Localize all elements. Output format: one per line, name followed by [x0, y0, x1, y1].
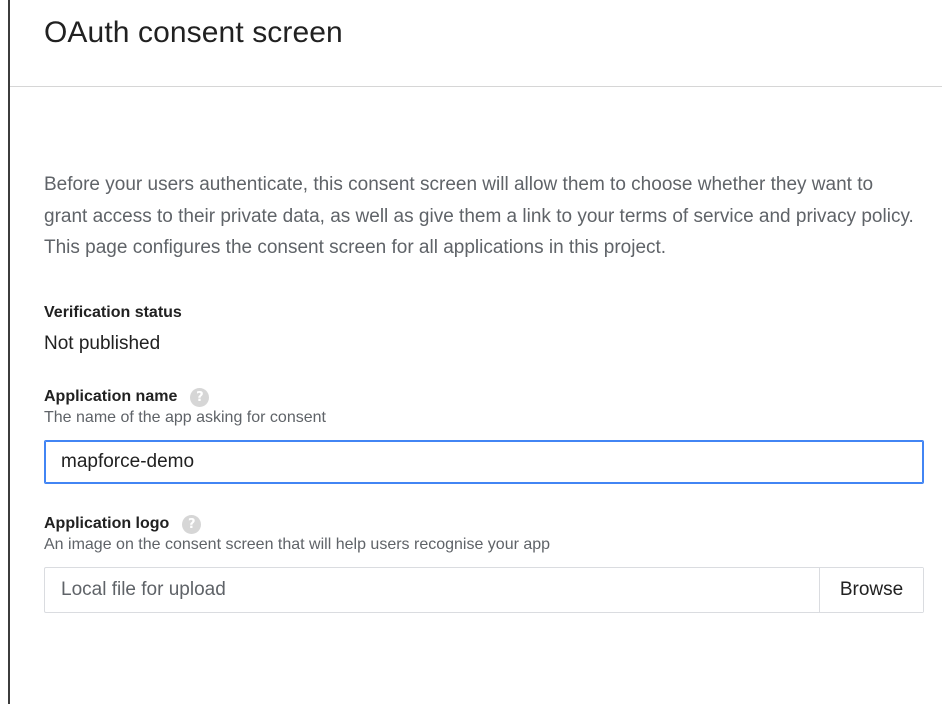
- help-icon[interactable]: ?: [190, 387, 210, 407]
- application-name-input[interactable]: [44, 439, 924, 484]
- page-title: OAuth consent screen: [44, 16, 343, 49]
- application-logo-label: Application logo: [44, 515, 170, 532]
- application-logo-label-row: Application logo ?: [44, 514, 942, 534]
- logo-file-input[interactable]: Local file for upload: [45, 568, 819, 612]
- intro-text: Before your users authenticate, this con…: [44, 174, 914, 258]
- consent-screen-panel: OAuth consent screen Before your users a…: [8, 0, 942, 704]
- consent-form: Before your users authenticate, this con…: [10, 169, 942, 613]
- logo-file-upload: Local file for upload Browse: [44, 566, 924, 613]
- application-name-description: The name of the app asking for consent: [44, 408, 326, 426]
- browse-button[interactable]: Browse: [819, 567, 923, 612]
- page-header: OAuth consent screen: [10, 0, 942, 87]
- verification-status-label: Verification status: [44, 303, 182, 321]
- verification-status-value: Not published: [44, 332, 161, 354]
- application-name-label: Application name: [44, 388, 178, 405]
- application-name-label-row: Application name ?: [44, 387, 942, 407]
- help-icon[interactable]: ?: [182, 514, 202, 534]
- application-logo-description: An image on the consent screen that will…: [44, 535, 551, 553]
